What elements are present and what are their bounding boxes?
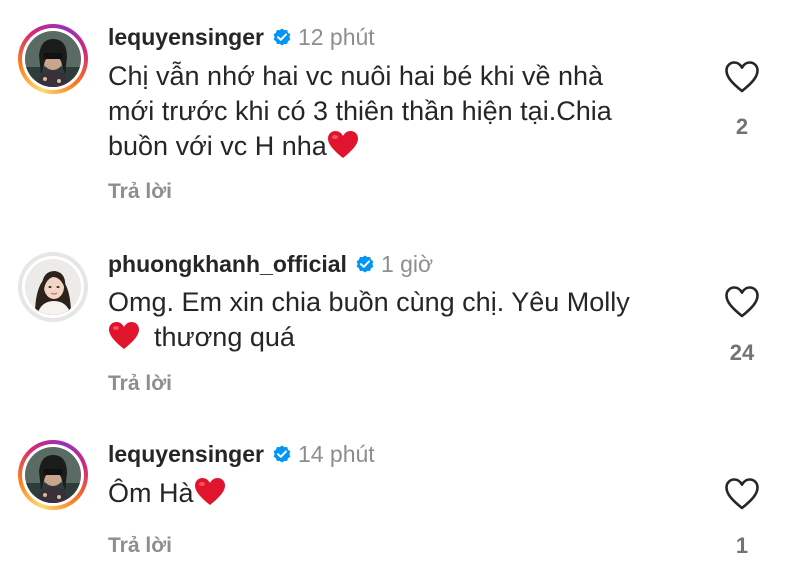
verified-badge-icon [272,27,292,47]
heart-outline-icon[interactable] [724,285,760,319]
red-heart-emoji [108,321,140,351]
avatar-story-ring[interactable] [18,440,88,510]
avatar-story-ring[interactable] [18,24,88,94]
username-link[interactable]: lequyensinger [108,441,264,468]
avatar-ring[interactable] [18,252,88,322]
verified-badge-icon [355,254,375,274]
comment-line: Ôm Hà [108,478,194,508]
avatar [25,259,81,315]
red-heart-emoji [327,130,359,160]
comment-text: Ôm Hà [108,476,678,511]
reply-button[interactable]: Trả lời [108,534,172,558]
comment-header: lequyensinger 14 phút [108,439,375,469]
like-count[interactable]: 24 [700,340,784,366]
red-heart-emoji [194,477,226,507]
avatar [25,31,81,87]
comment-line: buồn với vc H nha [108,131,327,161]
heart-outline-icon[interactable] [724,477,760,511]
verified-badge-icon [272,444,292,464]
comment-line: Chị vẫn nhớ hai vc nuôi hai bé khi về nh… [108,61,604,91]
reply-button[interactable]: Trả lời [108,372,172,396]
comment-timestamp: 1 giờ [380,250,434,277]
comment-text: Chị vẫn nhớ hai vc nuôi hai bé khi về nh… [108,59,678,164]
comment-header: lequyensinger 12 phút [108,22,375,52]
heart-outline-icon[interactable] [724,60,760,94]
comment-text: Omg. Em xin chia buồn cùng chị. Yêu Moll… [108,285,678,355]
comment-line: Omg. Em xin chia buồn cùng chị. Yêu Moll… [108,287,630,317]
username-link[interactable]: phuongkhanh_official [108,251,347,278]
username-link[interactable]: lequyensinger [108,24,264,51]
avatar [25,447,81,503]
comment-timestamp: 12 phút [297,23,375,50]
comment-line: mới trước khi có 3 thiên thần hiện tại.C… [108,96,612,126]
like-count[interactable]: 2 [700,114,784,140]
reply-button[interactable]: Trả lời [108,180,172,204]
like-count[interactable]: 1 [700,533,784,559]
comment-timestamp: 14 phút [297,440,375,467]
comment-line: thương quá [154,322,295,352]
comment-header: phuongkhanh_official 1 giờ [108,249,433,279]
